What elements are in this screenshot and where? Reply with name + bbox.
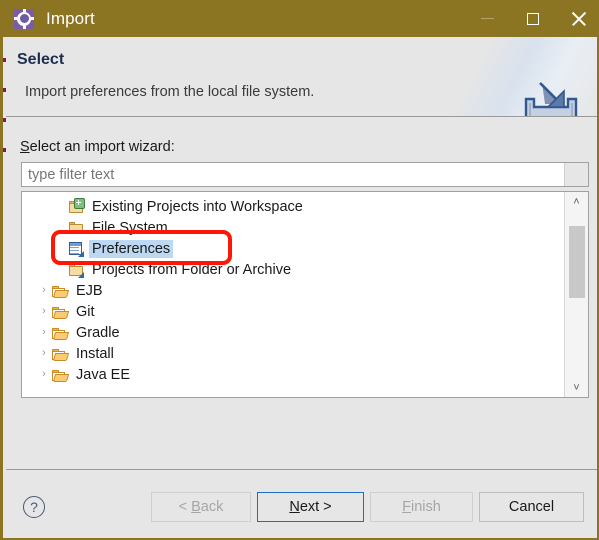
label-text: elect an import wizard: — [29, 139, 175, 155]
chevron-right-icon[interactable]: › — [36, 327, 52, 338]
tree-item-label: Preferences — [89, 239, 174, 258]
chevron-right-icon[interactable]: › — [36, 369, 52, 380]
select-wizard-label: Select an import wizard: — [20, 139, 175, 155]
folder-open-icon — [52, 346, 70, 362]
maximize-button[interactable] — [510, 0, 556, 37]
preferences-window-icon — [68, 241, 84, 257]
window-title: Import — [46, 8, 95, 28]
folder-icon — [68, 220, 84, 236]
tree-item-label: File System — [92, 219, 168, 236]
page-description: Import preferences from the local file s… — [25, 84, 315, 100]
clear-filter-button[interactable] — [564, 163, 588, 186]
tree-row-container: Existing Projects into Workspace File Sy… — [22, 196, 565, 385]
import-arrow-into-tray-icon — [520, 81, 582, 116]
scroll-down-icon[interactable]: ˅ — [565, 378, 588, 397]
tree-item-label: Git — [76, 303, 95, 320]
back-button[interactable]: < Back — [151, 492, 251, 522]
back-button-prefix: < — [178, 499, 192, 515]
maximize-icon — [527, 12, 539, 25]
title-bar: Import — [3, 0, 597, 37]
close-button[interactable] — [556, 0, 597, 37]
next-button-mnemonic: N — [289, 499, 300, 515]
search-input[interactable] — [22, 163, 564, 186]
tree-item-label: EJB — [76, 282, 103, 299]
filter-field-wrapper — [21, 162, 589, 187]
folder-import-icon — [68, 197, 85, 215]
finish-button-text: inish — [411, 499, 441, 515]
folder-open-icon — [52, 367, 70, 383]
dialog-footer: ? < Back Next > Finish Cancel — [6, 471, 597, 537]
tree-item-file-system[interactable]: File System — [22, 217, 565, 238]
cancel-button-text: Cancel — [508, 499, 555, 515]
folder-open-icon — [52, 283, 70, 299]
tree-item-projects-from-folder-or-archive[interactable]: Projects from Folder or Archive — [22, 259, 565, 280]
back-button-text: ack — [200, 499, 224, 515]
scroll-up-icon[interactable]: ˄ — [565, 192, 588, 211]
chevron-right-icon[interactable]: › — [36, 348, 52, 359]
back-button-mnemonic: B — [191, 499, 201, 515]
next-button[interactable]: Next > — [257, 492, 364, 522]
page-title: Select — [17, 51, 65, 68]
minimize-icon — [480, 18, 494, 19]
tree-item-git[interactable]: › Git — [22, 301, 565, 322]
finish-button-mnemonic: F — [402, 499, 412, 515]
scrollbar-thumb[interactable] — [569, 226, 585, 298]
tree-item-install[interactable]: › Install — [22, 343, 565, 364]
tree-vertical-scrollbar[interactable]: ˄ ˅ — [564, 192, 588, 397]
finish-button[interactable]: Finish — [370, 492, 473, 522]
folder-icon — [68, 262, 84, 278]
folder-open-icon — [52, 304, 70, 320]
folder-open-icon — [52, 325, 70, 341]
tree-item-gradle[interactable]: › Gradle — [22, 322, 565, 343]
wizard-body: Select an import wizard: Existing Projec… — [6, 118, 597, 470]
tree-item-ejb[interactable]: › EJB — [22, 280, 565, 301]
tree-item-existing-projects-into-workspace[interactable]: Existing Projects into Workspace — [22, 196, 565, 217]
tree-item-label: Install — [76, 345, 114, 362]
next-button-text: ext > — [299, 499, 332, 515]
eclipse-gear-icon — [14, 8, 34, 29]
tree-item-java-ee[interactable]: › Java EE — [22, 364, 565, 385]
chevron-right-icon[interactable]: › — [36, 285, 52, 296]
tree-item-preferences[interactable]: Preferences — [22, 238, 565, 259]
cancel-button[interactable]: Cancel — [479, 492, 584, 522]
close-icon — [571, 11, 587, 27]
label-mnemonic: S — [20, 139, 30, 155]
chevron-right-icon[interactable]: › — [36, 306, 52, 317]
tree-item-label: Existing Projects into Workspace — [92, 198, 303, 215]
window-controls — [464, 0, 597, 37]
tree-item-label: Projects from Folder or Archive — [92, 261, 292, 278]
help-icon[interactable]: ? — [23, 496, 45, 518]
wizard-banner: Select Import preferences from the local… — [6, 37, 597, 117]
import-wizard-tree[interactable]: Existing Projects into Workspace File Sy… — [21, 191, 589, 398]
import-wizard-dialog: Import Select Import preferences from th… — [0, 0, 599, 540]
minimize-button[interactable] — [464, 0, 510, 37]
tree-item-label: Java EE — [76, 366, 130, 383]
tree-item-label: Gradle — [76, 324, 120, 341]
